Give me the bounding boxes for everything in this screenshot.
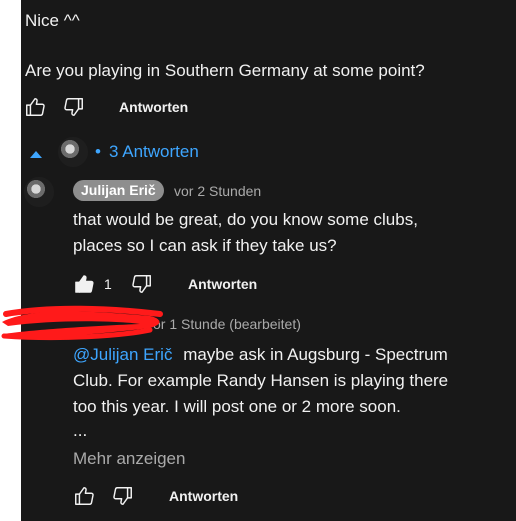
comments-panel: Nice ^^ Are you playing in Southern Germ… bbox=[21, 0, 516, 521]
reply-text-line-2: Club. For example Randy Hansen is playin… bbox=[73, 371, 449, 390]
like-icon[interactable] bbox=[24, 96, 46, 118]
reply-timestamp[interactable]: vor 2 Stunden bbox=[174, 183, 261, 199]
comment-text-line-1: Nice ^^ bbox=[25, 11, 80, 30]
author-name-chip[interactable]: Julijan Erič bbox=[73, 180, 164, 201]
like-icon-active[interactable] bbox=[73, 273, 95, 295]
dislike-icon[interactable] bbox=[63, 96, 85, 118]
redaction-scribble bbox=[1, 305, 163, 341]
reply-button[interactable]: Antworten bbox=[169, 488, 238, 504]
like-count: 1 bbox=[104, 276, 112, 292]
reply-button[interactable]: Antworten bbox=[119, 99, 188, 115]
like-icon[interactable] bbox=[73, 485, 95, 507]
reply-author-avatar[interactable] bbox=[24, 177, 54, 207]
dislike-icon[interactable] bbox=[112, 485, 134, 507]
reply-text-line-1-rest: maybe ask in Augsburg - Spectrum bbox=[183, 345, 448, 364]
reply-text-line-3: too this year. I will post one or 2 more… bbox=[73, 397, 401, 416]
reply-text-line-2: places so I can ask if they take us? bbox=[73, 236, 337, 255]
dislike-icon[interactable] bbox=[131, 273, 153, 295]
comment-text-line-2: Are you playing in Southern Germany at s… bbox=[25, 61, 425, 80]
reply-button[interactable]: Antworten bbox=[188, 276, 257, 292]
thread-bullet: • bbox=[95, 142, 101, 161]
collapse-arrow-icon[interactable] bbox=[29, 146, 43, 164]
reply-text-line-1: that would be great, do you know some cl… bbox=[73, 210, 418, 229]
show-more-button[interactable]: Mehr anzeigen bbox=[73, 448, 185, 470]
show-replies-toggle[interactable]: 3 Antworten bbox=[109, 141, 199, 163]
mention-link[interactable]: @Julijan Erič bbox=[73, 345, 172, 364]
reply-text-line-1: @Julijan Erič maybe ask in Augsburg - Sp… bbox=[73, 342, 448, 368]
thread-author-avatar bbox=[58, 137, 88, 167]
reply-ellipsis: ... bbox=[73, 421, 88, 440]
